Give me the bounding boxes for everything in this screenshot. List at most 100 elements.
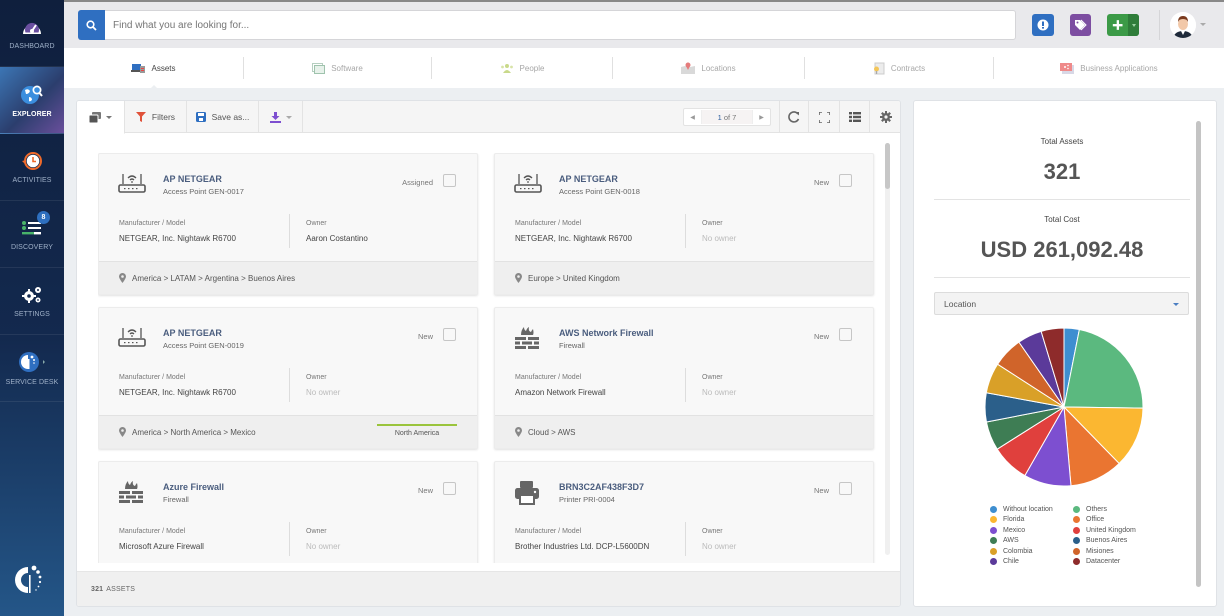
asset-location: America > North America > Mexico North Am… xyxy=(99,415,477,448)
tab-people[interactable]: People xyxy=(432,57,613,79)
list-view-button[interactable] xyxy=(840,101,870,133)
asset-select-checkbox[interactable] xyxy=(443,174,456,187)
location-pin-icon xyxy=(515,427,522,437)
export-button[interactable] xyxy=(259,101,303,133)
owner-value: No owner xyxy=(306,542,341,551)
asset-select-checkbox[interactable] xyxy=(443,482,456,495)
legend-item[interactable]: Mexico xyxy=(990,526,1073,535)
prev-page-button[interactable]: ◀ xyxy=(684,109,701,125)
globe-search-icon xyxy=(21,85,43,104)
location-path[interactable]: America > North America > Mexico xyxy=(132,428,256,437)
asset-card[interactable]: Azure Firewall Firewall New Manufacturer / … xyxy=(98,461,478,563)
legend-item[interactable]: Misiones xyxy=(1073,547,1163,556)
legend-item[interactable]: Buenos Aires xyxy=(1073,536,1163,545)
field-divider xyxy=(289,368,290,402)
asset-status: New xyxy=(813,178,829,187)
asset-title[interactable]: AWS Network Firewall xyxy=(559,328,654,338)
view-mode-button[interactable] xyxy=(77,101,125,134)
sidebar-item-settings[interactable]: SETTINGS xyxy=(0,268,64,335)
manufacturer-model-value: Microsoft Azure Firewall xyxy=(119,542,204,551)
field-divider xyxy=(685,214,686,248)
location-path[interactable]: Europe > United Kingdom xyxy=(528,274,620,283)
asset-status: New xyxy=(813,332,829,341)
legend-item[interactable]: Datacenter xyxy=(1073,557,1163,566)
settings-button[interactable] xyxy=(870,101,900,133)
asset-select-checkbox[interactable] xyxy=(443,328,456,341)
tags-button[interactable] xyxy=(1070,14,1091,36)
asset-select-checkbox[interactable] xyxy=(839,328,852,341)
asset-title[interactable]: BRN3C2AF438F3D7 xyxy=(559,482,644,492)
asset-title[interactable]: AP NETGEAR xyxy=(163,174,222,184)
location-path[interactable]: America > LATAM > Argentina > Buenos Air… xyxy=(132,274,295,283)
tab-business-applications[interactable]: Business Applications xyxy=(994,57,1224,79)
user-avatar[interactable] xyxy=(1170,12,1196,38)
scrollbar-thumb[interactable] xyxy=(885,143,890,189)
location-path[interactable]: Cloud > AWS xyxy=(528,428,576,437)
sidebar-item-service-desk[interactable]: SERVICE DESK xyxy=(0,335,64,402)
location-tag: North America xyxy=(377,424,457,437)
group-by-select[interactable]: Location xyxy=(934,292,1189,315)
asset-card[interactable]: AP NETGEAR Access Point GEN-0019 New Manufa… xyxy=(98,307,478,449)
legend-swatch xyxy=(990,526,997,534)
asset-title[interactable]: Azure Firewall xyxy=(163,482,224,492)
legend-item[interactable]: Colombia xyxy=(990,547,1073,556)
save-as-button[interactable]: Save as... xyxy=(187,101,259,133)
sidebar-item-explorer[interactable]: EXPLORER xyxy=(0,67,64,134)
discovery-badge: 8 xyxy=(37,211,50,224)
fullscreen-button[interactable] xyxy=(809,101,840,133)
asset-card[interactable]: AP NETGEAR Access Point GEN-0018 New Manufa… xyxy=(494,153,874,295)
legend-swatch xyxy=(990,547,997,555)
assets-count-label: ASSETS xyxy=(106,585,136,593)
refresh-button[interactable] xyxy=(779,101,809,133)
asset-select-checkbox[interactable] xyxy=(839,174,852,187)
legend-item[interactable]: AWS xyxy=(990,536,1073,545)
page-indicator[interactable]: 1 of 7 xyxy=(701,110,753,124)
legend-item[interactable]: Florida xyxy=(990,515,1073,524)
cards-scrollbar[interactable] xyxy=(885,143,890,555)
asset-status: New xyxy=(417,486,433,495)
asset-card[interactable]: AWS Network Firewall Firewall New Manufactu… xyxy=(494,307,874,449)
legend-item[interactable]: United Kingdom xyxy=(1073,526,1163,535)
tab-contracts[interactable]: Contracts xyxy=(805,57,994,79)
sidebar-item-dashboard[interactable]: DASHBOARD xyxy=(0,0,64,67)
group-by-value: Location xyxy=(944,298,977,309)
legend-item[interactable]: Others xyxy=(1073,505,1163,514)
legend-swatch xyxy=(990,557,997,565)
asset-subtitle: Printer PRI-0004 xyxy=(559,495,615,504)
asset-location: Europe > United Kingdom xyxy=(495,261,873,294)
filters-button[interactable]: Filters xyxy=(125,101,187,133)
search-button[interactable] xyxy=(78,10,105,40)
pagination: ◀ 1 of 7 ▶ xyxy=(683,108,771,126)
asset-card[interactable]: AP NETGEAR Access Point GEN-0017 Assigned M… xyxy=(98,153,478,295)
search-input[interactable] xyxy=(105,11,1015,39)
summary-scrollbar[interactable] xyxy=(1196,121,1201,587)
legend-label: Misiones xyxy=(1086,547,1114,555)
asset-title[interactable]: AP NETGEAR xyxy=(163,328,222,338)
tab-software[interactable]: Software xyxy=(244,57,432,79)
info-button[interactable] xyxy=(1032,14,1054,36)
next-page-button[interactable]: ▶ xyxy=(753,109,770,125)
software-window-icon xyxy=(312,62,326,74)
add-dropdown-caret[interactable] xyxy=(1128,14,1139,36)
legend-item[interactable]: Office xyxy=(1073,515,1163,524)
firewall-icon xyxy=(513,326,545,350)
location-pin-icon xyxy=(119,427,126,437)
info-icon xyxy=(1037,19,1049,31)
legend-item[interactable]: Chile xyxy=(990,557,1073,566)
asset-title[interactable]: AP NETGEAR xyxy=(559,174,618,184)
legend-swatch xyxy=(990,506,997,513)
legend-item[interactable]: Without location xyxy=(990,505,1073,514)
sidebar-item-label: DASHBOARD xyxy=(9,42,55,50)
add-button[interactable] xyxy=(1107,14,1139,36)
asset-card[interactable]: BRN3C2AF438F3D7 Printer PRI-0004 New Manufa… xyxy=(494,461,874,563)
sidebar-item-discovery[interactable]: 8 DISCOVERY xyxy=(0,201,64,268)
asset-select-checkbox[interactable] xyxy=(839,482,852,495)
user-menu-caret[interactable] xyxy=(1200,23,1206,26)
cards-view-icon xyxy=(89,111,101,123)
save-icon xyxy=(195,112,206,122)
tab-assets[interactable]: Assets xyxy=(64,57,244,91)
field-divider xyxy=(685,522,686,556)
tab-locations[interactable]: Locations xyxy=(613,57,805,79)
legend-swatch xyxy=(990,537,997,545)
sidebar-item-activities[interactable]: ACTIVITIES xyxy=(0,134,64,201)
